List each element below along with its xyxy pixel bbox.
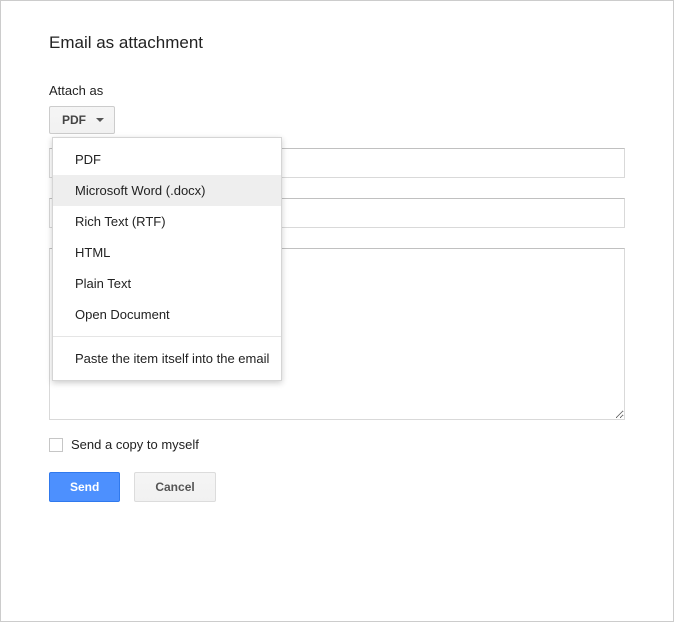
caret-down-icon [96,118,104,122]
dropdown-option-docx[interactable]: Microsoft Word (.docx) [53,175,281,206]
modal-title: Email as attachment [49,33,625,53]
send-copy-checkbox[interactable] [49,438,63,452]
dropdown-option-rtf[interactable]: Rich Text (RTF) [53,206,281,237]
cancel-button[interactable]: Cancel [134,472,215,502]
button-row: Send Cancel [49,472,625,502]
dropdown-option-odt[interactable]: Open Document [53,299,281,330]
dropdown-divider [53,336,281,337]
dropdown-selected-value: PDF [62,113,86,127]
dropdown-option-paste-inline[interactable]: Paste the item itself into the email [53,343,281,374]
send-copy-label: Send a copy to myself [71,437,199,452]
dropdown-option-plaintext[interactable]: Plain Text [53,268,281,299]
format-dropdown-button[interactable]: PDF [49,106,115,134]
send-copy-row: Send a copy to myself [49,437,625,452]
attach-as-label: Attach as [49,83,625,98]
send-button[interactable]: Send [49,472,120,502]
dropdown-option-pdf[interactable]: PDF [53,144,281,175]
dropdown-option-html[interactable]: HTML [53,237,281,268]
email-attachment-modal: Email as attachment Attach as PDF Send a… [0,0,674,622]
format-dropdown-menu: PDF Microsoft Word (.docx) Rich Text (RT… [52,137,282,381]
